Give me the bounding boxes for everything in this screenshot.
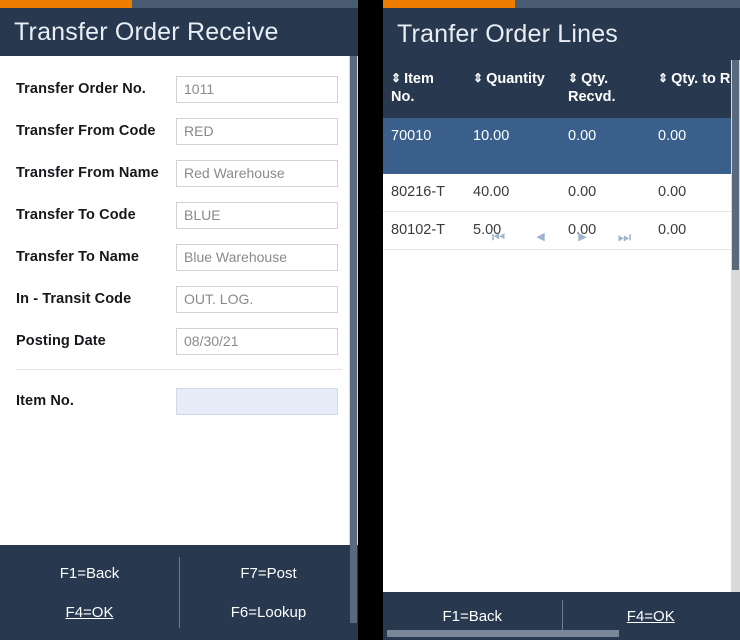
sort-updown-icon[interactable]: ⇕ [568, 72, 578, 84]
cell-item-no: 80216-T [383, 173, 465, 212]
cell-qty-to-receive: 0.00 [650, 118, 740, 175]
right-panel-footer: F1=Back F4=OK [383, 592, 740, 640]
label-transfer-to-code: Transfer To Code [16, 207, 136, 223]
label-item-no: Item No. [16, 393, 74, 409]
label-posting-date: Posting Date [16, 333, 106, 349]
input-transfer-from-name[interactable]: Red Warehouse [176, 159, 338, 187]
fkey-f6-lookup[interactable]: F6=Lookup [179, 593, 358, 632]
input-transfer-to-code[interactable]: BLUE [176, 201, 338, 229]
left-panel-scrollbar-thumb[interactable] [350, 56, 357, 545]
right-progress-bar [383, 0, 740, 8]
field-row-transfer-to-code: Transfer To Code BLUE [16, 194, 342, 236]
column-header-quantity-label: Quantity [486, 71, 545, 87]
page-title: Transfer Order Receive [14, 17, 279, 46]
sort-updown-icon[interactable]: ⇕ [658, 72, 668, 84]
transfer-order-lines-table: ⇕ Item No. ⇕ Quantity ⇕ Qty. Recvd. ⇕ Qty. t… [383, 60, 740, 250]
left-footer-scrollbar-thumb[interactable] [350, 545, 357, 623]
field-row-posting-date: Posting Date 08/30/21 [16, 320, 342, 362]
label-transfer-order-no: Transfer Order No. [16, 81, 146, 97]
table-header-row: ⇕ Item No. ⇕ Quantity ⇕ Qty. Recvd. ⇕ Qty. t… [383, 60, 740, 119]
fkey-f4-ok[interactable]: F4=OK [0, 593, 179, 632]
left-panel-header: Transfer Order Receive [0, 8, 358, 56]
table-pagination: ⏮ ◀ ▶ ⏭ [383, 228, 740, 246]
transfer-order-form: Transfer Order No. 1011 Transfer From Co… [0, 56, 358, 422]
right-panel-body: ⇕ Item No. ⇕ Quantity ⇕ Qty. Recvd. ⇕ Qty. t… [383, 60, 740, 592]
footer-divider [561, 600, 563, 632]
transfer-order-lines-panel: Tranfer Order Lines ⇕ Item No. ⇕ Quantity [383, 0, 740, 640]
cell-qty-recvd: 0.00 [560, 118, 650, 175]
right-panel-header: Tranfer Order Lines [383, 8, 740, 60]
field-row-in-transit-code: In - Transit Code OUT. LOG. [16, 278, 342, 320]
label-transfer-from-name: Transfer From Name [16, 165, 159, 181]
cell-item-no: 70010 [383, 118, 465, 175]
input-in-transit-code[interactable]: OUT. LOG. [176, 285, 338, 313]
input-transfer-from-code[interactable]: RED [176, 117, 338, 145]
transfer-order-receive-panel: Transfer Order Receive Transfer Order No… [0, 0, 358, 640]
app-screen: Transfer Order Receive Transfer Order No… [0, 0, 740, 640]
right-panel-horizontal-scrollbar-thumb[interactable] [387, 630, 619, 637]
left-panel-body: Transfer Order No. 1011 Transfer From Co… [0, 56, 358, 545]
column-header-qty-recvd[interactable]: ⇕ Qty. Recvd. [560, 60, 650, 119]
next-page-icon[interactable]: ▶ [574, 228, 592, 246]
field-row-transfer-to-name: Transfer To Name Blue Warehouse [16, 236, 342, 278]
sort-updown-icon[interactable]: ⇕ [391, 72, 401, 84]
cell-qty-recvd: 0.00 [560, 173, 650, 212]
column-header-item-no[interactable]: ⇕ Item No. [383, 60, 465, 119]
label-transfer-from-code: Transfer From Code [16, 123, 156, 139]
left-panel-scrollbar-track[interactable] [349, 56, 358, 545]
field-row-item-no: Item No. [16, 380, 342, 422]
left-panel-footer: F1=Back F7=Post F4=OK F6=Lookup [0, 545, 358, 640]
cell-quantity: 10.00 [465, 118, 560, 175]
cell-qty-to-receive: 0.00 [650, 173, 740, 212]
column-header-quantity[interactable]: ⇕ Quantity [465, 60, 560, 119]
field-row-transfer-from-name: Transfer From Name Red Warehouse [16, 152, 342, 194]
cell-quantity: 40.00 [465, 173, 560, 212]
footer-divider [179, 557, 180, 628]
lines-page-title: Tranfer Order Lines [397, 19, 619, 48]
input-transfer-to-name[interactable]: Blue Warehouse [176, 243, 338, 271]
input-item-no[interactable] [176, 387, 338, 415]
left-progress-fill [0, 0, 133, 8]
label-transfer-to-name: Transfer To Name [16, 249, 140, 265]
fkey-f1-back[interactable]: F1=Back [0, 554, 179, 593]
right-panel-scrollbar-track[interactable] [731, 60, 740, 592]
input-posting-date[interactable]: 08/30/21 [176, 327, 338, 355]
table-row[interactable]: 70010 10.00 0.00 0.00 [383, 118, 740, 175]
first-page-icon[interactable]: ⏮ [490, 228, 508, 246]
field-row-transfer-order-no: Transfer Order No. 1011 [16, 68, 342, 110]
form-section-divider [16, 369, 342, 370]
right-panel-scrollbar-thumb[interactable] [732, 60, 739, 270]
column-header-qty-to-receive[interactable]: ⇕Qty. to Receive [650, 60, 740, 119]
field-row-transfer-from-code: Transfer From Code RED [16, 110, 342, 152]
table-row[interactable]: 80216-T 40.00 0.00 0.00 [383, 173, 740, 212]
previous-page-icon[interactable]: ◀ [532, 228, 550, 246]
fkey-f7-post[interactable]: F7=Post [179, 554, 358, 593]
input-transfer-order-no[interactable]: 1011 [176, 75, 338, 103]
right-progress-fill [383, 0, 516, 8]
left-progress-bar [0, 0, 358, 8]
label-in-transit-code: In - Transit Code [16, 291, 132, 307]
column-header-qty-to-receive-label: Qty. to Receive [671, 71, 740, 87]
last-page-icon[interactable]: ⏭ [616, 228, 634, 246]
sort-updown-icon[interactable]: ⇕ [473, 72, 483, 84]
lines-table-wrap: ⇕ Item No. ⇕ Quantity ⇕ Qty. Recvd. ⇕ Qty. t… [383, 60, 740, 592]
